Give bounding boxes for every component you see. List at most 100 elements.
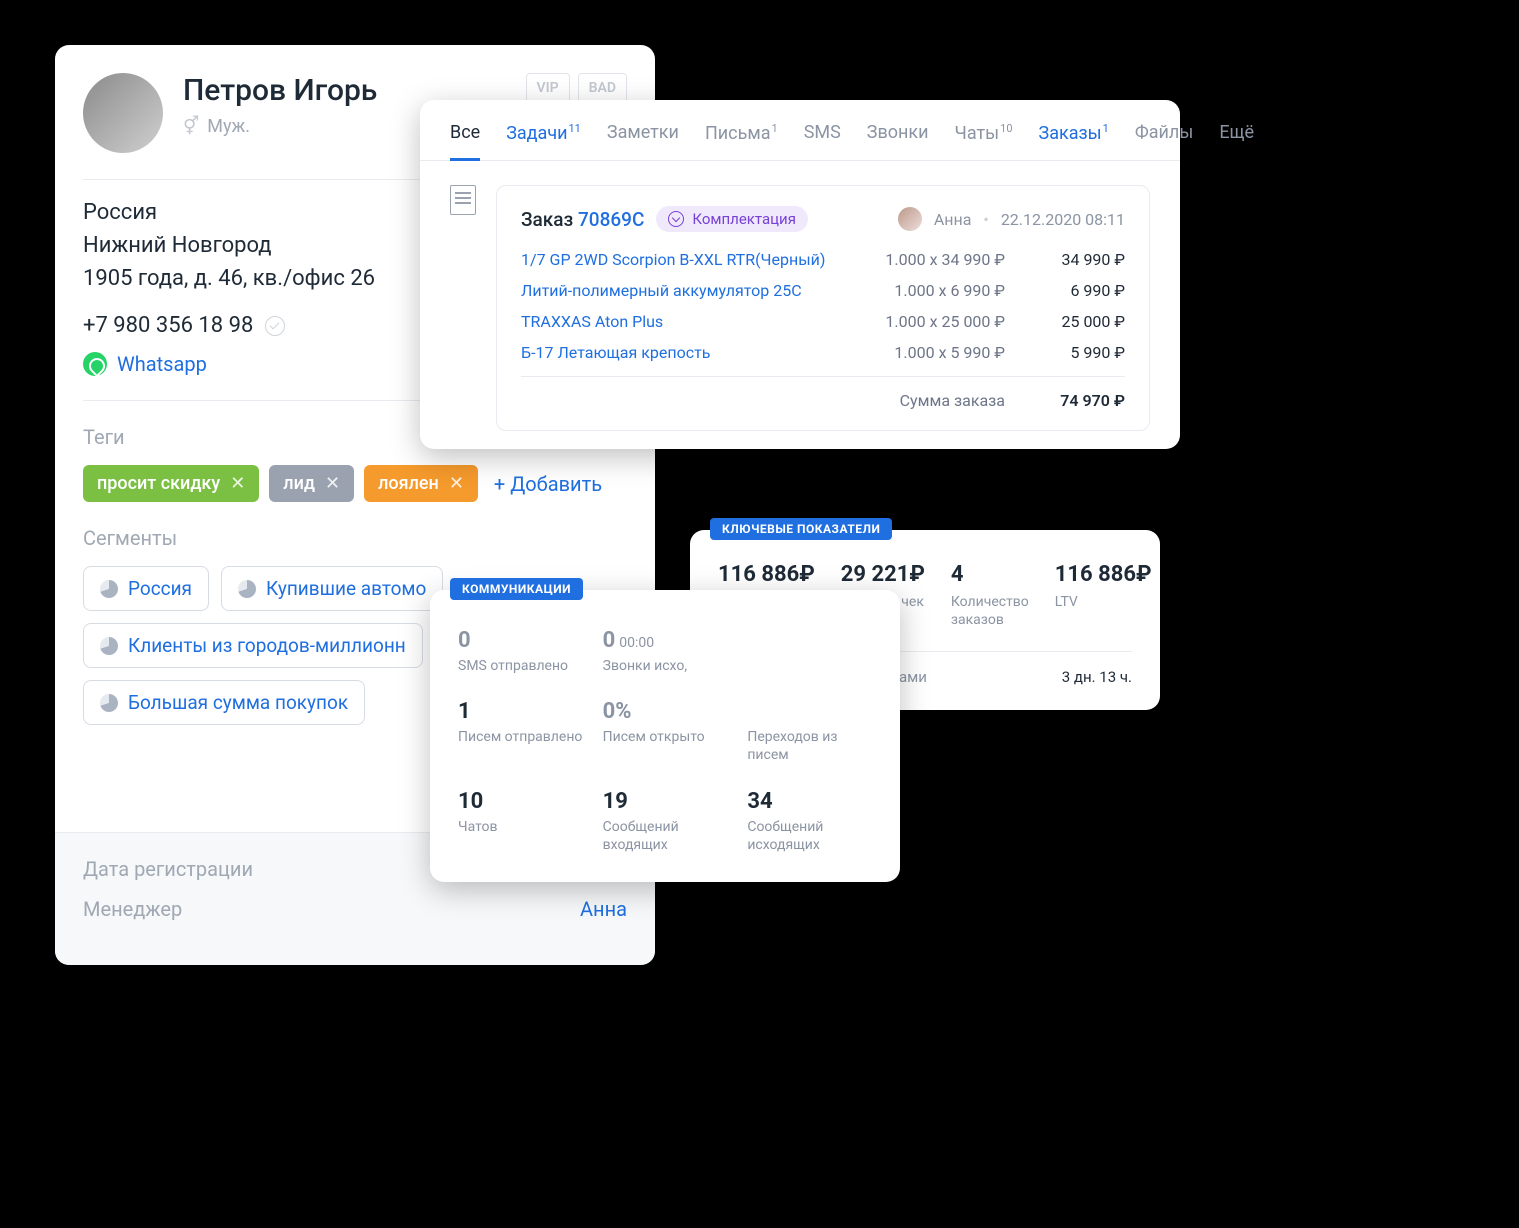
order-timestamp: 22.12.2020 08:11 [1001,210,1125,229]
tag-text: лид [283,473,315,494]
comm-grid: 0SMS отправлено 000:00 Звонки исхо, 1Писе… [458,628,872,854]
line-price: 34 990 ₽ [1035,250,1125,269]
tab-label: Заказы [1039,123,1102,144]
avatar[interactable] [83,73,163,153]
line-qty: 1.000 x 5 990 ₽ [894,343,1005,362]
author-avatar[interactable] [898,207,922,231]
comm-value: 0 [458,628,583,653]
tab-count: 1 [772,122,778,135]
status-text: Комплектация [692,210,796,228]
kpi-value: 29 221₽ [841,562,925,587]
order-line: TRAXXAS Aton Plus 1.000 x 25 000 ₽ 25 00… [521,312,1125,331]
tab-tasks[interactable]: Задачи11 [506,122,581,160]
tab-sms[interactable]: SMS [804,122,841,160]
segment-item[interactable]: Купившие автомо [221,566,443,611]
manager-label: Менеджер [83,897,182,921]
kpi-label: LTV [1055,593,1152,611]
phone-number[interactable]: +7 980 356 18 98 [83,313,253,338]
tab-count: 10 [1000,122,1012,135]
bad-badge[interactable]: BAD [578,73,627,103]
comm-label: Звонки исхо, [603,657,728,675]
comm-msg-in: 19 Сообщений входящих [603,789,728,854]
line-price: 6 990 ₽ [1035,281,1125,300]
tab-all[interactable]: Все [450,122,480,160]
comm-value: 1 [458,699,583,724]
comm-letters-sent: 1Писем отправлено [458,699,583,764]
comm-clicks: Переходов из писем [747,699,872,764]
author-name[interactable]: Анна [934,210,972,229]
pie-icon [100,637,118,655]
tab-label: Чаты [955,123,1000,144]
tag-item[interactable]: просит скидку ✕ [83,465,259,502]
line-name[interactable]: TRAXXAS Aton Plus [521,312,663,331]
tab-notes[interactable]: Заметки [607,122,679,160]
comm-value: 10 [458,789,583,814]
comm-label: Переходов из писем [747,728,872,764]
kpi-ltv: 116 886₽ LTV [1055,562,1152,629]
line-qty: 1.000 x 25 000 ₽ [885,312,1005,331]
order-line: 1/7 GP 2WD Scorpion B-XXL RTR(Черный) 1.… [521,250,1125,269]
comm-value: 19 [603,789,728,814]
pie-icon [100,580,118,598]
tab-more[interactable]: Ещё [1219,122,1254,160]
add-tag-button[interactable]: + Добавить [494,472,602,496]
tab-count: 1 [1103,122,1109,135]
download-icon [668,211,684,227]
comm-label: Сообщений входящих [603,818,728,854]
tag-item[interactable]: лоялен ✕ [364,465,478,502]
line-price: 5 990 ₽ [1035,343,1125,362]
comm-calls-out: 000:00 Звонки исхо, [603,628,728,675]
order-line: Литий-полимерный аккумулятор 25C 1.000 x… [521,281,1125,300]
line-name[interactable]: Литий-полимерный аккумулятор 25C [521,281,802,300]
tab-files[interactable]: Файлы [1135,122,1193,160]
comm-value: 000:00 [603,628,728,653]
gender-label: Муж. [207,116,250,137]
tag-item[interactable]: лид ✕ [269,465,354,502]
total-value: 74 970 ₽ [1035,391,1125,410]
profile-gender: ⚥ Муж. [183,116,377,137]
segment-item[interactable]: Россия [83,566,209,611]
segment-label: Большая сумма покупок [128,691,348,714]
tab-calls[interactable]: Звонки [867,122,929,160]
segment-item[interactable]: Большая сумма покупок [83,680,365,725]
comm-label: Чатов [458,818,583,836]
order-card: Все Задачи11 Заметки Письма1 SMS Звонки … [420,100,1180,449]
tab-chats[interactable]: Чаты10 [955,122,1013,160]
tag-row: просит скидку ✕ лид ✕ лоялен ✕ + Добавить [83,465,627,502]
tab-label: Задачи [506,123,567,144]
comm-sms-sent: 0SMS отправлено [458,628,583,675]
pie-icon [238,580,256,598]
line-name[interactable]: 1/7 GP 2WD Scorpion B-XXL RTR(Черный) [521,250,825,269]
manager-value[interactable]: Анна [580,897,627,921]
segments-section-label: Сегменты [83,526,627,550]
vip-badge[interactable]: VIP [526,73,570,103]
tag-text: лоялен [378,473,439,494]
kpi-footer-value: 3 дн. 13 ч. [1062,668,1132,686]
line-name[interactable]: Б-17 Летающая крепость [521,343,710,362]
tag-text: просит скидку [97,473,220,494]
kpi-badge: КЛЮЧЕВЫЕ ПОКАЗАТЕЛИ [710,518,892,540]
whatsapp-icon [83,352,107,376]
close-icon[interactable]: ✕ [325,473,340,494]
line-price: 25 000 ₽ [1035,312,1125,331]
order-total-row: Сумма заказа 74 970 ₽ [521,376,1125,410]
comm-value: 0% [603,699,728,724]
tab-orders[interactable]: Заказы1 [1039,122,1109,160]
close-icon[interactable]: ✕ [449,473,464,494]
tab-bar: Все Задачи11 Заметки Письма1 SMS Звонки … [420,100,1180,161]
order-number[interactable]: 70869C [578,208,644,231]
kpi-value: 4 [951,562,1029,587]
order-line: Б-17 Летающая крепость 1.000 x 5 990 ₽ 5… [521,343,1125,362]
tab-letters[interactable]: Письма1 [705,122,778,160]
reg-date-label: Дата регистрации [83,857,253,881]
segment-item[interactable]: Клиенты из городов-миллионн [83,623,423,668]
tab-count: 11 [569,122,581,135]
comm-label: Сообщений исходящих [747,818,872,854]
comm-chats: 10 Чатов [458,789,583,854]
verified-icon [265,316,285,336]
dot-separator: • [983,210,988,229]
profile-name: Петров Игорь [183,73,377,108]
close-icon[interactable]: ✕ [230,473,245,494]
kpi-value: 116 886₽ [1055,562,1152,587]
total-label: Сумма заказа [900,391,1005,410]
